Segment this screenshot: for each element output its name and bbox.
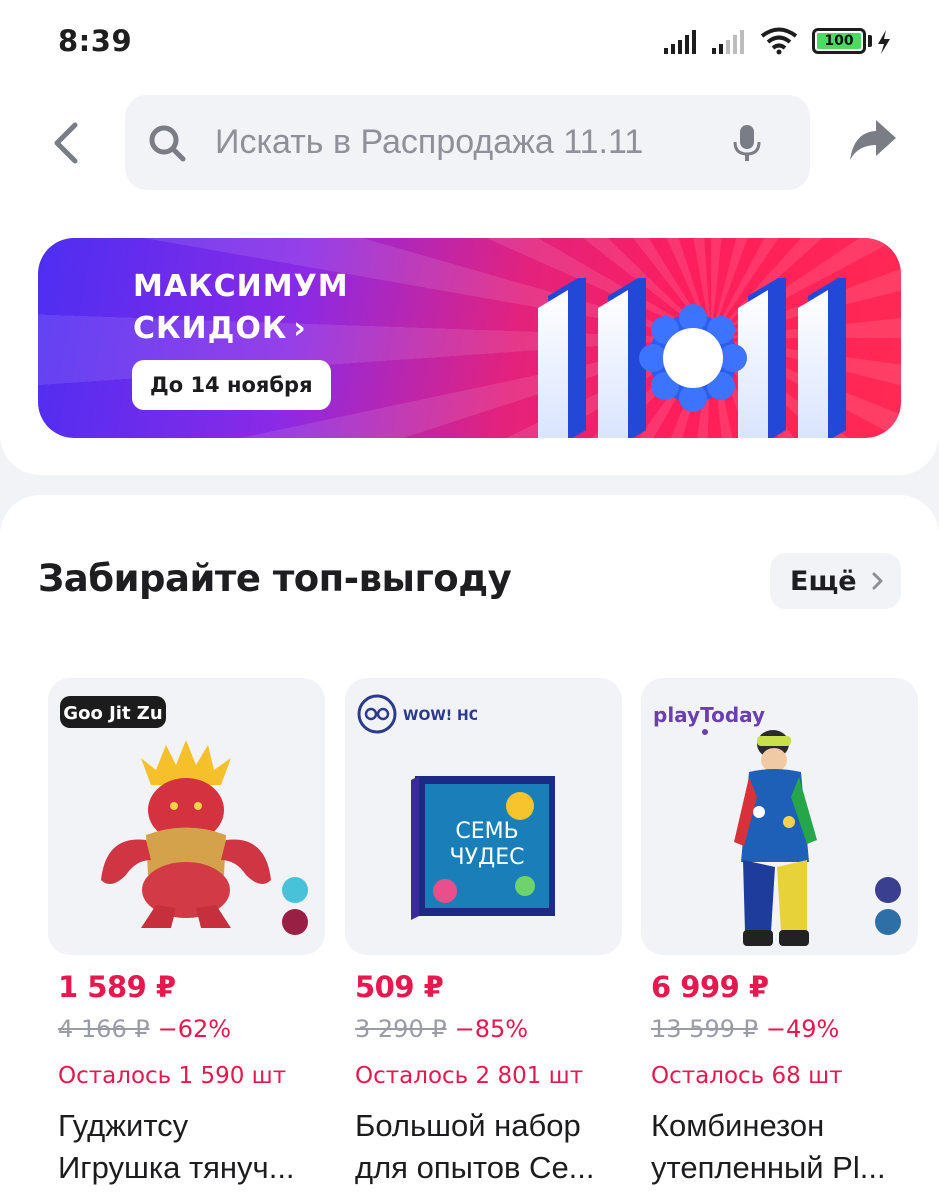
product-name-line2: для опытов Се... — [355, 1150, 595, 1185]
product-name-line2: Игрушка тянуч... — [58, 1150, 295, 1185]
product-card[interactable]: Goo Jit Zu — [48, 678, 325, 955]
battery-tip — [868, 35, 872, 47]
share-icon — [850, 120, 896, 160]
microphone-icon[interactable] — [731, 123, 763, 163]
banner-date-pill: До 14 ноября — [132, 360, 331, 410]
box-title-2: ЧУДЕС — [450, 845, 525, 870]
child-snowsuit-image — [734, 730, 817, 946]
status-bar: 8:39 100 — [0, 0, 939, 80]
product-image[interactable]: WOW! HOW? СЕМЬ ЧУДЕС — [345, 678, 622, 955]
stock-count: Осталось 1 590 шт — [58, 1063, 287, 1089]
share-button[interactable] — [848, 118, 898, 168]
stock-count: Осталось 68 шт — [651, 1063, 843, 1089]
product-name-line1: Гуджитсу — [58, 1108, 189, 1143]
price-row: 4 166 ₽ −62% — [58, 1015, 231, 1043]
toy-figure-image — [101, 740, 271, 928]
wifi-icon — [760, 27, 798, 55]
section-title: Забирайте топ-выгоду — [38, 557, 512, 600]
back-button[interactable] — [44, 118, 88, 168]
search-icon — [149, 125, 186, 162]
battery-level: 100 — [817, 33, 861, 49]
product-name[interactable]: Гуджитсу Игрушка тянуч... — [58, 1105, 323, 1189]
product-image[interactable]: Goo Jit Zu — [48, 678, 325, 955]
more-button[interactable]: Ещё — [770, 553, 901, 609]
brand-logo-text: WOW! HOW? — [403, 708, 477, 724]
search-input[interactable] — [215, 115, 725, 170]
color-swatch[interactable] — [875, 877, 901, 903]
banner-1111-graphic — [538, 278, 846, 438]
brand-logo-text: Goo Jit Zu — [63, 703, 162, 724]
discount-badge: −49% — [765, 1015, 840, 1043]
promo-banner[interactable]: МАКСИМУМ СКИДОК › До 14 ноября — [38, 238, 901, 438]
box-image: СЕМЬ ЧУДЕС — [411, 776, 555, 920]
discount-badge: −62% — [157, 1015, 232, 1043]
banner-title-line1: МАКСИМУМ — [133, 269, 349, 304]
status-time: 8:39 — [58, 24, 133, 58]
old-price: 13 599 ₽ — [651, 1015, 758, 1043]
banner-title: МАКСИМУМ СКИДОК › — [133, 266, 349, 350]
battery-icon: 100 — [812, 28, 866, 54]
banner-title-line2: СКИДОК — [133, 311, 288, 346]
price-row: 13 599 ₽ −49% — [651, 1015, 839, 1043]
chevron-left-icon — [54, 122, 78, 164]
price-row: 3 290 ₽ −85% — [355, 1015, 528, 1043]
box-title-1: СЕМЬ — [455, 819, 518, 844]
product-price: 6 999 ₽ — [651, 970, 769, 1004]
product-name-line1: Комбинезон — [651, 1108, 825, 1143]
brand-logo: WOW! HOW? — [357, 694, 477, 734]
product-name-line2: утепленный Pl... — [651, 1150, 886, 1185]
charging-icon — [878, 30, 890, 54]
product-card[interactable]: WOW! HOW? СЕМЬ ЧУДЕС — [345, 678, 622, 955]
old-price: 3 290 ₽ — [355, 1015, 447, 1043]
signal-2-icon — [712, 30, 744, 54]
product-price: 1 589 ₽ — [58, 970, 176, 1004]
color-swatch[interactable] — [282, 877, 308, 903]
brand-logo: Goo Jit Zu — [60, 696, 166, 728]
signal-icon — [664, 30, 696, 54]
search-bar[interactable] — [125, 95, 810, 190]
chevron-right-icon: › — [293, 311, 307, 346]
product-name[interactable]: Большой набор для опытов Се... — [355, 1105, 620, 1189]
product-name-line1: Большой набор — [355, 1108, 581, 1143]
product-image[interactable]: playToday — [641, 678, 918, 955]
more-button-label: Ещё — [790, 565, 857, 597]
stock-count: Осталось 2 801 шт — [355, 1063, 584, 1089]
color-swatch[interactable] — [875, 909, 901, 935]
product-name[interactable]: Комбинезон утепленный Pl... — [651, 1105, 916, 1189]
color-swatch[interactable] — [282, 909, 308, 935]
discount-badge: −85% — [454, 1015, 529, 1043]
old-price: 4 166 ₽ — [58, 1015, 150, 1043]
product-price: 509 ₽ — [355, 970, 444, 1004]
chevron-right-icon — [872, 572, 883, 590]
product-card[interactable]: playToday — [641, 678, 918, 955]
